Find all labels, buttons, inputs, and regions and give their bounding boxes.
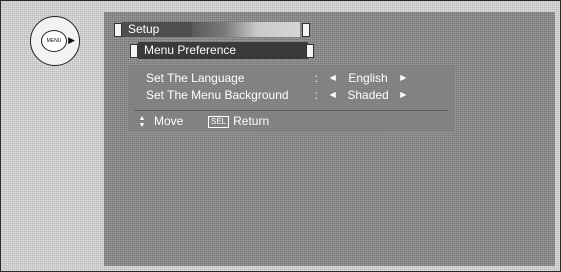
options-panel: Set The Language : ◀ English ▶ Set The M… bbox=[128, 66, 454, 132]
menu-button-label: MENU bbox=[41, 30, 67, 52]
tab-bracket-right-icon bbox=[302, 23, 310, 37]
tab-bracket-left-icon bbox=[114, 23, 122, 37]
right-arrow-icon[interactable]: ▶ bbox=[397, 70, 409, 86]
option-separator: : bbox=[314, 71, 319, 85]
navigation-hint-bar: ▲ ▼ Move SEL Return bbox=[136, 113, 270, 129]
menu-preference-tab[interactable]: Menu Preference bbox=[138, 42, 308, 59]
setup-tab[interactable]: Setup bbox=[122, 22, 192, 37]
option-value: Shaded bbox=[347, 88, 389, 102]
up-down-arrows-icon: ▲ ▼ bbox=[138, 114, 146, 129]
option-label: Set The Language bbox=[146, 71, 245, 85]
setup-tab-gradient bbox=[192, 22, 300, 37]
move-hint-label: Move bbox=[154, 114, 184, 128]
option-value: English bbox=[348, 71, 388, 85]
submenu-bracket-right-icon bbox=[306, 44, 314, 58]
left-arrow-icon[interactable]: ◀ bbox=[327, 70, 339, 86]
panel-divider bbox=[134, 110, 448, 111]
option-label: Set The Menu Background bbox=[146, 88, 289, 102]
remote-menu-dial[interactable]: MENU ▶ bbox=[30, 16, 80, 66]
tv-screen: Setup Menu Preference Set The Language :… bbox=[104, 12, 555, 266]
right-arrow-icon[interactable]: ▶ bbox=[397, 87, 409, 103]
option-separator: : bbox=[314, 88, 319, 102]
left-arrow-icon[interactable]: ◀ bbox=[327, 87, 339, 103]
return-hint-label: Return bbox=[233, 114, 270, 128]
background-option-row[interactable]: Set The Menu Background : ◀ Shaded ▶ bbox=[146, 87, 409, 103]
language-option-row[interactable]: Set The Language : ◀ English ▶ bbox=[146, 70, 409, 86]
sel-key-icon: SEL bbox=[208, 115, 230, 128]
submenu-bracket-left-icon bbox=[130, 44, 138, 58]
play-right-icon: ▶ bbox=[68, 35, 75, 45]
